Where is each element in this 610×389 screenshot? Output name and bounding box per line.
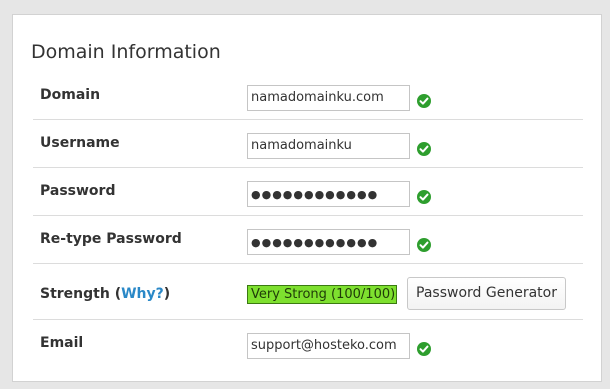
row-divider [33,215,583,216]
email-input[interactable]: support@hosteko.com [247,333,410,359]
row-divider [33,263,583,264]
row-divider [33,119,583,120]
username-label: Username [40,135,120,151]
row-divider [33,319,583,320]
password-row: Password ●●●●●●●●●●●● [33,173,583,221]
retype-password-label: Re-type Password [40,231,182,247]
retype-password-valid-check-icon [417,238,431,252]
close-paren: ) [163,286,171,302]
email-valid-check-icon [417,342,431,356]
password-valid-check-icon [417,190,431,204]
domain-input[interactable]: namadomainku.com [247,85,410,111]
username-input[interactable]: namadomainku [247,133,410,159]
username-row: Username namadomainku [33,125,583,173]
domain-label: Domain [40,87,101,103]
email-row: Email support@hosteko.com [33,325,583,373]
retype-password-row: Re-type Password ●●●●●●●●●●●● [33,221,583,269]
password-strength-meter: Very Strong (100/100) [247,285,397,304]
strength-row: Strength (Why?) Very Strong (100/100) Pa… [33,269,583,317]
password-input[interactable]: ●●●●●●●●●●●● [247,181,410,207]
password-generator-button[interactable]: Password Generator [407,277,566,310]
why-link[interactable]: Why? [121,286,164,302]
panel-title: Domain Information [31,41,221,63]
username-valid-check-icon [417,142,431,156]
domain-valid-check-icon [417,94,431,108]
domain-information-panel: Domain Information Domain namadomainku.c… [12,14,602,382]
retype-password-input[interactable]: ●●●●●●●●●●●● [247,229,410,255]
strength-label: Strength (Why?) [40,286,170,302]
domain-row: Domain namadomainku.com [33,77,583,125]
strength-label-text: Strength [40,286,110,302]
email-label: Email [40,335,84,351]
password-label: Password [40,183,116,199]
row-divider [33,167,583,168]
